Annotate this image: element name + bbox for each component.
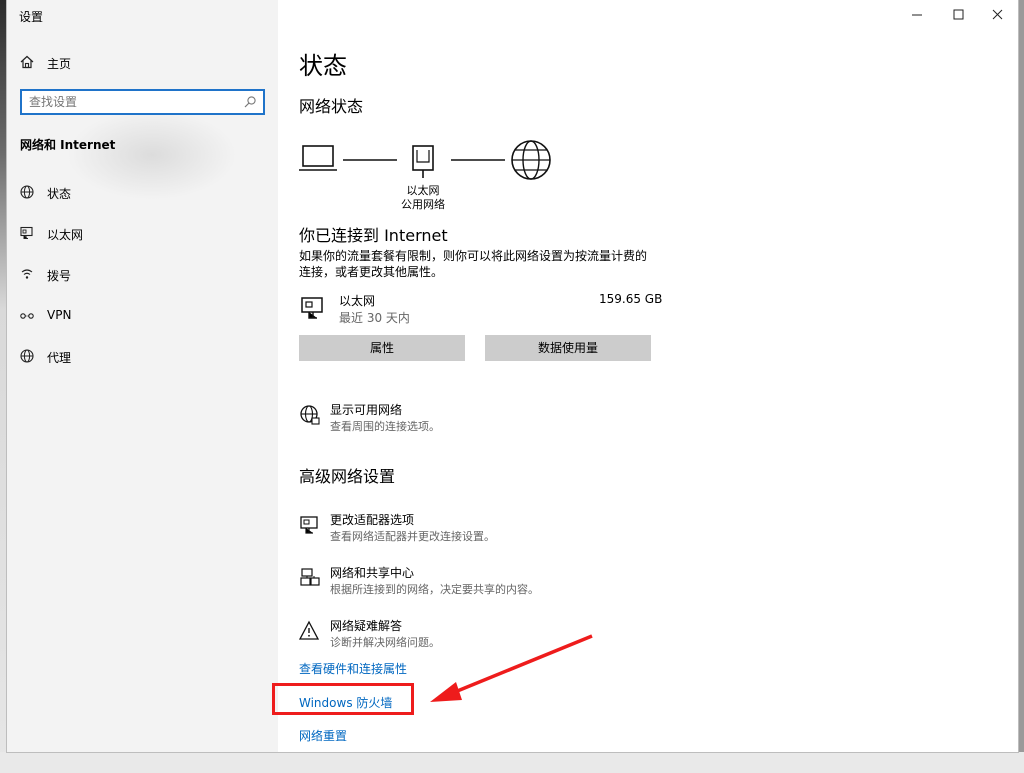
desktop-taskbar-area (0, 752, 1024, 773)
sidebar: 设置 主页 网络和 Internet 状态 以太 (7, 0, 278, 752)
laptop-icon (299, 145, 337, 171)
maximize-button[interactable] (938, 0, 978, 28)
advanced-item-title: 更改适配器选项 (330, 513, 415, 527)
sidebar-item-label: VPN (47, 308, 72, 322)
adapter-icon (299, 514, 321, 536)
close-button[interactable] (978, 0, 1018, 28)
search-input[interactable] (29, 94, 234, 110)
annotation-arrow (426, 630, 596, 706)
hardware-properties-link[interactable]: 查看硬件和连接属性 (299, 660, 407, 677)
sidebar-item-label: 以太网 (47, 228, 84, 242)
sidebar-item-label: 状态 (47, 187, 72, 201)
network-reset-link[interactable]: 网络重置 (299, 727, 347, 744)
show-networks-desc: 查看周围的连接选项。 (330, 420, 440, 433)
sharing-icon (299, 567, 321, 589)
connection-name: 以太网 (339, 294, 376, 308)
change-adapter-options-item[interactable]: 更改适配器选项 查看网络适配器并更改连接设置。 (299, 510, 629, 546)
connection-period: 最近 30 天内 (339, 311, 410, 325)
page-title: 状态 (299, 52, 347, 80)
network-diagram (299, 138, 561, 184)
network-type-label: 公用网络 (401, 198, 445, 211)
sidebar-item-dialup[interactable]: 拨号 (7, 260, 278, 290)
network-status-heading: 网络状态 (299, 97, 364, 116)
globe-network-icon (299, 404, 321, 426)
globe-icon (19, 184, 35, 200)
connected-description-line1: 如果你的流量套餐有限制，则你可以将此网络设置为按流量计费的 (299, 249, 648, 263)
advanced-item-title: 网络和共享中心 (330, 566, 415, 580)
ethernet-icon (19, 225, 35, 241)
sidebar-item-label: 主页 (47, 57, 72, 71)
sidebar-section-title: 网络和 Internet (20, 138, 116, 152)
annotation-highlight-box (272, 683, 414, 715)
data-usage-value: 159.65 GB (599, 292, 663, 306)
warning-icon (299, 620, 321, 642)
advanced-settings-heading: 高级网络设置 (299, 467, 396, 486)
search-box[interactable] (20, 89, 265, 115)
connected-title: 你已连接到 Internet (299, 226, 448, 245)
sidebar-item-proxy[interactable]: 代理 (7, 342, 278, 372)
internet-globe-icon (511, 140, 551, 180)
advanced-item-title: 网络疑难解答 (330, 619, 403, 633)
ethernet-port-icon (412, 145, 434, 178)
properties-button[interactable]: 属性 (299, 335, 465, 361)
data-usage-button[interactable]: 数据使用量 (485, 335, 651, 361)
sidebar-item-home[interactable]: 主页 (7, 48, 278, 78)
advanced-item-desc: 查看网络适配器并更改连接设置。 (330, 530, 495, 543)
advanced-item-desc: 根据所连接到的网络，决定要共享的内容。 (330, 583, 539, 596)
connected-description-line2: 连接，或者更改其他属性。 (299, 265, 444, 279)
sidebar-item-status[interactable]: 状态 (7, 178, 278, 208)
minimize-button[interactable] (897, 0, 937, 28)
show-networks-title: 显示可用网络 (330, 403, 403, 417)
advanced-item-desc: 诊断并解决网络问题。 (330, 636, 440, 649)
network-sharing-center-item[interactable]: 网络和共享中心 根据所连接到的网络，决定要共享的内容。 (299, 563, 629, 599)
vpn-icon (19, 307, 35, 323)
search-icon[interactable] (243, 95, 257, 109)
sidebar-item-label: 代理 (47, 351, 72, 365)
window-title: 设置 (19, 10, 44, 24)
home-icon (19, 54, 35, 70)
sidebar-item-label: 拨号 (47, 269, 72, 283)
ethernet-icon (299, 294, 329, 324)
show-networks-item[interactable]: 显示可用网络 查看周围的连接选项。 (299, 400, 629, 436)
dialup-icon (19, 266, 35, 282)
sidebar-item-vpn[interactable]: VPN (7, 301, 278, 331)
sidebar-item-ethernet[interactable]: 以太网 (7, 219, 278, 249)
globe-icon (19, 348, 35, 364)
